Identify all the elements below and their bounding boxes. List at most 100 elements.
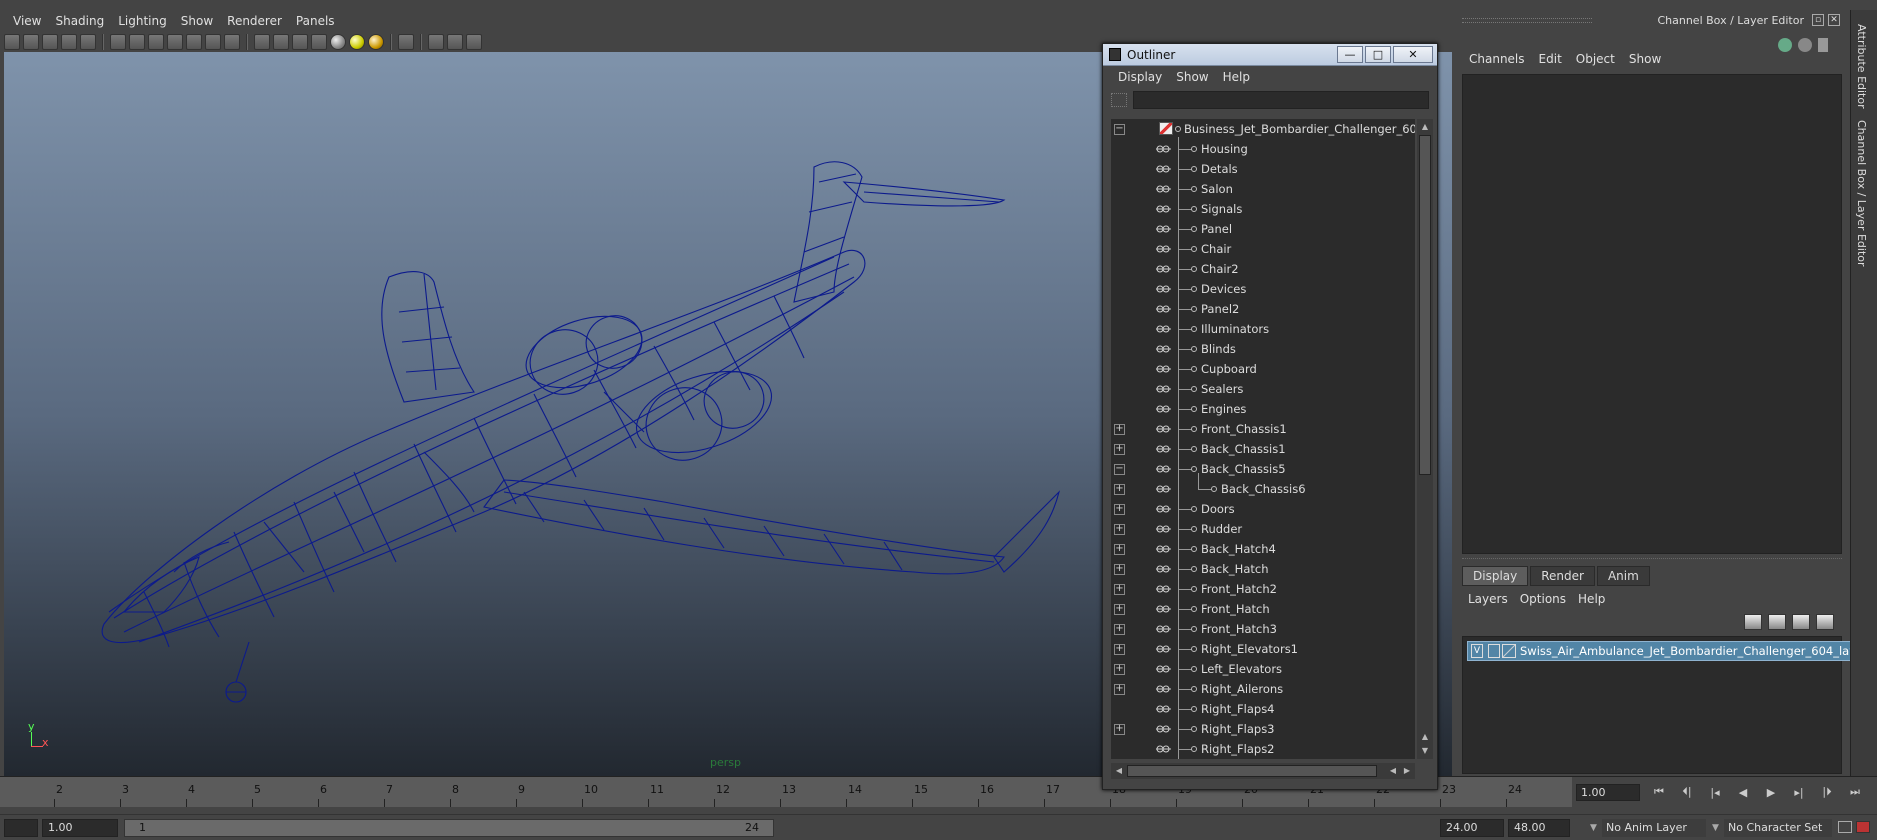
select-camera-icon[interactable] bbox=[4, 34, 20, 50]
manipulator-icon[interactable] bbox=[1778, 38, 1792, 52]
viewport-menu-panels[interactable]: Panels bbox=[289, 14, 342, 28]
play-backward-icon[interactable]: ◀ bbox=[1732, 783, 1754, 801]
outliner-item[interactable]: Devices bbox=[1111, 279, 1415, 299]
xray-icon[interactable] bbox=[428, 34, 444, 50]
close-button[interactable]: ✕ bbox=[1393, 46, 1433, 63]
channel-box-menu-channels[interactable]: Channels bbox=[1462, 52, 1532, 66]
outliner-item[interactable]: + Front_Hatch bbox=[1111, 599, 1415, 619]
wireframe-icon[interactable] bbox=[254, 34, 270, 50]
step-back-key-icon[interactable]: ⏴| bbox=[1676, 783, 1698, 801]
new-layer-icon[interactable] bbox=[1792, 614, 1810, 630]
current-time-field[interactable]: 1.00 bbox=[1576, 784, 1640, 801]
expand-icon[interactable]: + bbox=[1114, 684, 1125, 695]
expand-icon[interactable]: + bbox=[1114, 564, 1125, 575]
resolution-gate-icon[interactable] bbox=[148, 34, 164, 50]
scroll-right-icon[interactable]: ▶ bbox=[1401, 765, 1413, 777]
xray-joints-icon[interactable] bbox=[447, 34, 463, 50]
tab-display[interactable]: Display bbox=[1462, 566, 1529, 586]
viewport-menu-show[interactable]: Show bbox=[174, 14, 220, 28]
minimize-button[interactable]: — bbox=[1337, 46, 1363, 63]
grease-pencil-icon[interactable] bbox=[80, 34, 96, 50]
outliner-item[interactable]: Illuminators bbox=[1111, 319, 1415, 339]
go-to-end-icon[interactable]: ⏭ bbox=[1844, 783, 1866, 801]
layer-menu-help[interactable]: Help bbox=[1572, 592, 1611, 606]
outliner-item[interactable]: + Doors bbox=[1111, 499, 1415, 519]
wireframe-on-shaded-icon[interactable] bbox=[292, 34, 308, 50]
film-gate-icon[interactable] bbox=[129, 34, 145, 50]
image-plane-icon[interactable] bbox=[61, 34, 77, 50]
go-to-start-icon[interactable]: ⏮ bbox=[1648, 783, 1670, 801]
expand-icon[interactable]: + bbox=[1114, 444, 1125, 455]
outliner-item[interactable]: Chair2 bbox=[1111, 259, 1415, 279]
collapse-icon[interactable]: − bbox=[1114, 464, 1125, 475]
range-slider[interactable]: 1 24 bbox=[124, 819, 774, 837]
outliner-menu-display[interactable]: Display bbox=[1111, 70, 1169, 84]
outliner-item[interactable]: Right_Flaps2 bbox=[1111, 739, 1415, 759]
key-icon[interactable] bbox=[1838, 821, 1852, 833]
expand-icon[interactable]: + bbox=[1114, 724, 1125, 735]
layer-playback-toggle[interactable] bbox=[1488, 644, 1500, 658]
playback-start-field[interactable]: 1.00 bbox=[42, 819, 118, 837]
field-chart-icon[interactable] bbox=[186, 34, 202, 50]
outliner-item[interactable]: + Back_Hatch4 bbox=[1111, 539, 1415, 559]
outliner-item[interactable]: Signals bbox=[1111, 199, 1415, 219]
outliner-item[interactable]: Right_Flaps4 bbox=[1111, 699, 1415, 719]
scroll-left-icon[interactable]: ◀ bbox=[1113, 765, 1125, 777]
expand-icon[interactable]: + bbox=[1114, 504, 1125, 515]
channel-box-menu-show[interactable]: Show bbox=[1622, 52, 1668, 66]
grid-icon[interactable] bbox=[110, 34, 126, 50]
layer-color-swatch[interactable] bbox=[1502, 644, 1516, 658]
use-default-light-icon[interactable] bbox=[330, 34, 346, 50]
bookmark-icon[interactable] bbox=[42, 34, 58, 50]
outliner-item[interactable]: + Back_Chassis1 bbox=[1111, 439, 1415, 459]
channel-box-menu-edit[interactable]: Edit bbox=[1532, 52, 1569, 66]
scroll-up-icon[interactable]: ▲ bbox=[1419, 121, 1431, 133]
expand-icon[interactable]: + bbox=[1114, 544, 1125, 555]
outliner-item[interactable]: + Front_Hatch2 bbox=[1111, 579, 1415, 599]
outliner-item[interactable]: + Right_Flaps3 bbox=[1111, 719, 1415, 739]
outliner-item[interactable]: Sealers bbox=[1111, 379, 1415, 399]
float-panel-icon[interactable]: ▫ bbox=[1812, 14, 1824, 26]
channel-list[interactable] bbox=[1462, 74, 1842, 554]
outliner-filter-input[interactable] bbox=[1133, 91, 1429, 109]
expand-icon[interactable]: + bbox=[1114, 524, 1125, 535]
move-layer-down-icon[interactable] bbox=[1768, 614, 1786, 630]
viewport-menu-shading[interactable]: Shading bbox=[48, 14, 111, 28]
camera-attributes-icon[interactable] bbox=[23, 34, 39, 50]
scroll-thumb[interactable] bbox=[1127, 765, 1377, 777]
collapse-icon[interactable]: − bbox=[1114, 124, 1125, 135]
tab-render[interactable]: Render bbox=[1530, 566, 1595, 586]
viewport-menu-view[interactable]: View bbox=[6, 14, 48, 28]
outliner-item[interactable]: Panel2 bbox=[1111, 299, 1415, 319]
channel-box-menu-object[interactable]: Object bbox=[1569, 52, 1622, 66]
outliner-item[interactable]: Panel bbox=[1111, 219, 1415, 239]
safe-title-icon[interactable] bbox=[224, 34, 240, 50]
jet-wireframe-model[interactable] bbox=[4, 52, 1107, 776]
outliner-item[interactable]: Salon bbox=[1111, 179, 1415, 199]
viewport-menu-renderer[interactable]: Renderer bbox=[220, 14, 289, 28]
outliner-item[interactable]: + Back_Hatch bbox=[1111, 559, 1415, 579]
expand-icon[interactable]: + bbox=[1114, 424, 1125, 435]
expand-icon[interactable]: + bbox=[1114, 584, 1125, 595]
textured-icon[interactable] bbox=[311, 34, 327, 50]
panel-splitter[interactable] bbox=[1462, 558, 1842, 564]
outliner-item[interactable]: + Left_Elevators bbox=[1111, 659, 1415, 679]
expand-icon[interactable]: + bbox=[1114, 604, 1125, 615]
outliner-vertical-scrollbar[interactable]: ▲ ▲ ▼ bbox=[1417, 119, 1433, 759]
layer-menu-layers[interactable]: Layers bbox=[1462, 592, 1514, 606]
outliner-menu-help[interactable]: Help bbox=[1216, 70, 1257, 84]
character-set-dropdown[interactable]: ▼ No Character Set bbox=[1712, 819, 1832, 837]
outliner-item[interactable]: Blinds bbox=[1111, 339, 1415, 359]
outliner-item[interactable]: + Back_Chassis6 bbox=[1111, 473, 1415, 499]
anim-layer-dropdown[interactable]: ▼ No Anim Layer bbox=[1590, 819, 1706, 837]
outliner-item[interactable]: Housing bbox=[1111, 139, 1415, 159]
outliner-item[interactable]: Chair bbox=[1111, 239, 1415, 259]
expand-icon[interactable]: + bbox=[1114, 624, 1125, 635]
outliner-item[interactable]: + Right_Ailerons bbox=[1111, 679, 1415, 699]
speed-icon[interactable] bbox=[1798, 38, 1812, 52]
new-layer-from-selection-icon[interactable] bbox=[1816, 614, 1834, 630]
move-layer-up-icon[interactable] bbox=[1744, 614, 1762, 630]
outliner-item[interactable]: − Back_Chassis5 bbox=[1111, 459, 1415, 479]
perspective-viewport[interactable]: y x persp bbox=[4, 52, 1107, 776]
outliner-item[interactable]: + Right_Elevators1 bbox=[1111, 639, 1415, 659]
